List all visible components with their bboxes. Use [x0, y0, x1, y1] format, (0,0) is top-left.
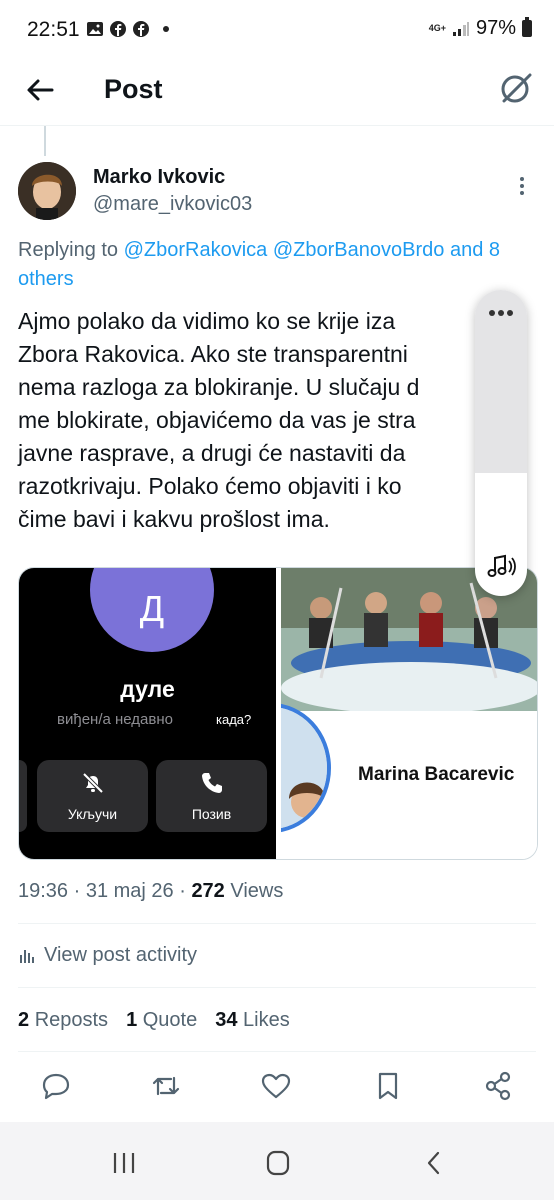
page-title: Post [104, 74, 163, 104]
status-time: 22:51 [27, 18, 80, 41]
reply-icon[interactable] [40, 1070, 72, 1102]
notification-icons [86, 20, 169, 38]
author-handle[interactable]: @mare_ivkovic03 [93, 193, 252, 216]
thread-line [44, 126, 46, 156]
contact-last-seen: виђен/а недавно [57, 711, 173, 728]
reposts-label: Reposts [34, 1009, 109, 1031]
author-name[interactable]: Marko Ivkovic [93, 166, 225, 189]
post-meta: 19:36 · 31 maj 26 · 272 Views [18, 880, 283, 903]
media-image-profile[interactable]: Marina Bacarevic [281, 568, 537, 859]
likes-count: 34 [215, 1009, 238, 1031]
system-nav-bar [0, 1122, 554, 1200]
facebook-icon [110, 21, 126, 37]
profile-picture [281, 703, 331, 833]
call-label: Позив [191, 806, 232, 822]
quotes-count: 1 [126, 1009, 138, 1031]
replying-to: Replying to @ZborRakovica @ZborBanovoBrd… [18, 236, 548, 294]
unmute-label: Укључи [67, 806, 118, 822]
post-stats: 2 Reposts 1 Quote 34 Likes [18, 1009, 290, 1032]
media-image-contact[interactable]: Д дуле виђен/а недавно када? Укључи Пози… [19, 568, 276, 859]
replying-prefix: Replying to [18, 239, 119, 261]
battery-icon [522, 17, 532, 37]
more-notifications-icon [163, 26, 169, 32]
post-timestamp[interactable]: 19:36 · 31 maj 26 · [18, 880, 191, 902]
music-volume-icon[interactable] [485, 552, 517, 580]
post-text-line: razotkrivaju. Polako ćemo objaviti i ko [18, 473, 402, 499]
recent-apps-icon[interactable] [109, 1150, 139, 1176]
volume-more-icon[interactable] [487, 310, 515, 318]
post-text: Ajmo polako da vidimo ko se krije iza Zb… [18, 305, 538, 536]
signal-icon [452, 21, 469, 36]
status-bar: 22:51 4G+ 97% [0, 0, 554, 60]
arrow-left-icon[interactable] [22, 72, 58, 108]
call-button: Позив [156, 760, 267, 832]
post-header: Post [0, 60, 554, 126]
post-text-line: Zbora Rakovica. Ako ste transparentni [18, 341, 408, 367]
divider [18, 1051, 536, 1052]
profile-name: Marina Bacarevic [358, 764, 515, 785]
avatar[interactable] [18, 162, 76, 220]
share-icon[interactable] [482, 1070, 514, 1102]
avatar-photo [18, 162, 76, 220]
view-activity-label: View post activity [44, 944, 198, 966]
volume-panel[interactable] [475, 290, 527, 596]
contact-avatar: Д [90, 568, 214, 652]
analytics-icon [20, 949, 34, 963]
grok-icon[interactable] [496, 68, 536, 108]
bookmark-icon[interactable] [372, 1070, 404, 1102]
view-activity-link[interactable]: View post activity [18, 944, 197, 967]
contact-initial: Д [139, 588, 165, 629]
call-button-stub [19, 760, 27, 832]
likes-stat[interactable]: 34 Likes [215, 1009, 290, 1032]
battery-percent: 97% [475, 17, 516, 39]
facebook-icon [133, 21, 149, 37]
divider [18, 923, 536, 924]
contact-name: дуле [120, 676, 175, 702]
reposts-count: 2 [18, 1009, 30, 1031]
repost-icon[interactable] [150, 1070, 182, 1102]
bell-off-icon [82, 772, 104, 794]
gallery-icon [87, 22, 103, 36]
post-text-line: čime bavi i kakvu prošlost ima. [18, 506, 330, 532]
action-bar [0, 1064, 554, 1110]
divider [18, 987, 536, 988]
post-text-line: javne rasprave, a drugi će nastaviti da [18, 440, 406, 466]
back-nav-icon[interactable] [419, 1150, 449, 1176]
views-label: Views [224, 880, 284, 902]
mention-link[interactable]: @ZborRakovica [124, 239, 268, 261]
mention-link[interactable]: @ZborBanovoBrdo [273, 239, 445, 261]
post-text-line: me blokirate, objavićemo da vas je stra [18, 407, 416, 433]
quotes-stat[interactable]: 1 Quote [126, 1009, 197, 1032]
network-type: 4G+ [428, 23, 446, 33]
status-right: 4G+ 97% [429, 17, 532, 40]
contact-when: када? [216, 712, 252, 727]
unmute-button: Укључи [37, 760, 148, 832]
views-count: 272 [191, 880, 225, 902]
phone-icon [202, 773, 222, 793]
like-icon[interactable] [260, 1070, 292, 1102]
post-text-line: nema razloga za blokiranje. U slučaju d [18, 374, 420, 400]
post-text-line: Ajmo polako da vidimo ko se krije iza [18, 308, 396, 334]
home-icon[interactable] [263, 1150, 293, 1176]
post-media: Д дуле виђен/а недавно када? Укључи Пози… [18, 567, 538, 860]
likes-label: Likes [243, 1009, 290, 1031]
more-options-icon[interactable] [510, 172, 534, 200]
reposts-stat[interactable]: 2 Reposts [18, 1009, 108, 1032]
quotes-label: Quote [142, 1009, 198, 1031]
